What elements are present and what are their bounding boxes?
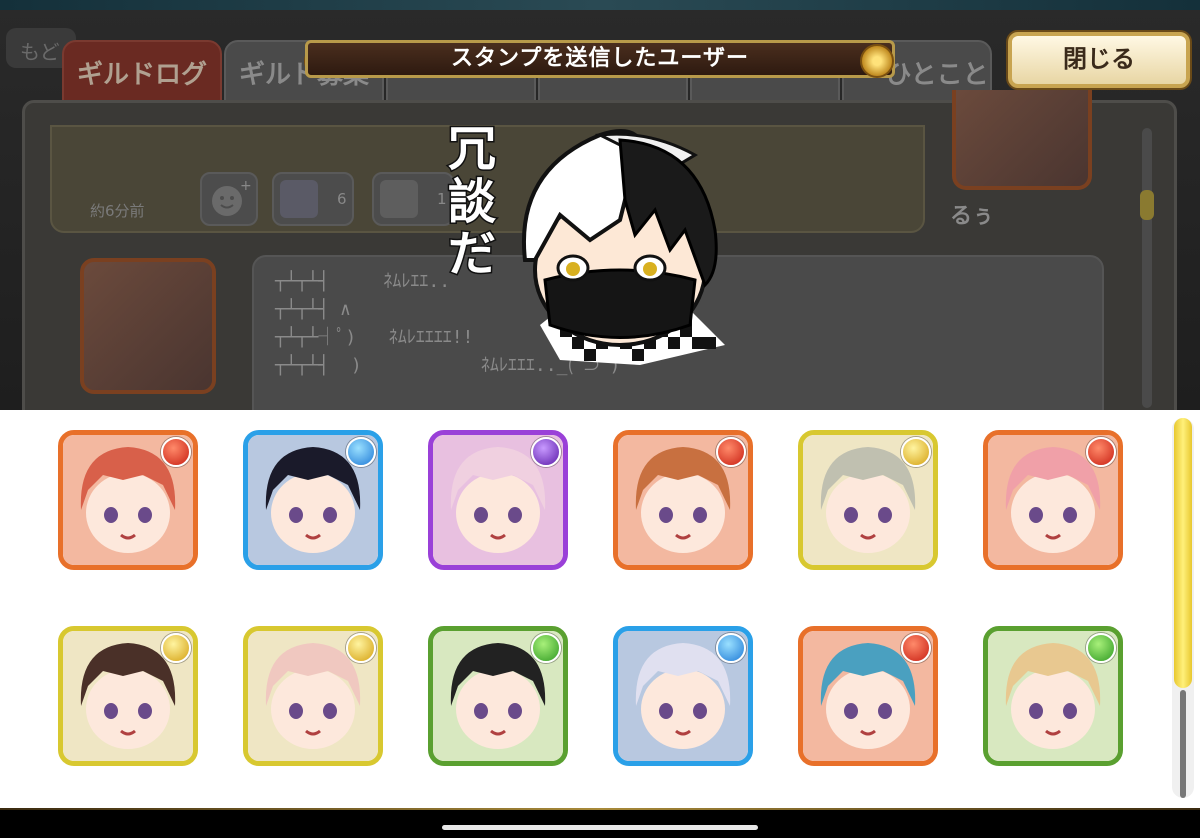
- user-avatar[interactable]: [798, 626, 938, 766]
- wood-attribute-icon: [531, 633, 561, 663]
- stamp-caption-3: だ: [448, 226, 496, 282]
- fire-attribute-icon: [716, 437, 746, 467]
- user-avatar[interactable]: [243, 626, 383, 766]
- dialog-title: スタンプを送信したユーザー: [305, 40, 895, 78]
- chat-scrollbar: [1142, 128, 1152, 408]
- user-avatar[interactable]: [983, 430, 1123, 570]
- stamp-character-illustration: 冗 談 だ: [447, 120, 725, 365]
- light-attribute-icon: [346, 633, 376, 663]
- user-avatar[interactable]: [798, 430, 938, 570]
- user-avatar[interactable]: [428, 626, 568, 766]
- poster-avatar-dim: [80, 258, 216, 394]
- user-avatar[interactable]: [983, 626, 1123, 766]
- bottom-bar: [0, 810, 1200, 838]
- wood-attribute-icon: [1086, 633, 1116, 663]
- fire-attribute-icon: [1086, 437, 1116, 467]
- stamp-image: 冗 談 だ: [440, 110, 740, 370]
- scroll-thumb[interactable]: [1174, 418, 1192, 688]
- water-attribute-icon: [346, 437, 376, 467]
- reaction-count-1: 6: [337, 190, 347, 208]
- stamp-caption-2: 談: [448, 174, 496, 230]
- user-avatar[interactable]: [243, 430, 383, 570]
- user-avatar[interactable]: [428, 430, 568, 570]
- user-avatar[interactable]: [613, 430, 753, 570]
- fire-attribute-icon: [161, 437, 191, 467]
- stamp-senders-panel: [0, 410, 1200, 810]
- add-reaction-icon: +: [212, 178, 252, 216]
- top-decor-strip: [0, 0, 1200, 10]
- message-time: 約6分前: [90, 202, 145, 220]
- tab-guild-log: ギルドログ: [62, 40, 222, 102]
- water-attribute-icon: [716, 633, 746, 663]
- user-avatar-dim: [952, 90, 1092, 190]
- user-avatar[interactable]: [58, 626, 198, 766]
- scroll-track: [1180, 690, 1186, 798]
- stamp-thumbnail: [280, 180, 318, 218]
- home-indicator[interactable]: [442, 825, 758, 830]
- stamp-thumbnail: [380, 180, 418, 218]
- light-attribute-icon: [161, 633, 191, 663]
- user-avatar[interactable]: [58, 430, 198, 570]
- user-name: るぅ: [950, 204, 995, 229]
- add-reaction-button: +: [200, 172, 258, 226]
- close-button[interactable]: 閉じる: [1008, 32, 1190, 88]
- banner-ornament-right-icon: [860, 44, 894, 78]
- stamp-caption-1: 冗: [448, 121, 496, 177]
- user-avatar[interactable]: [613, 626, 753, 766]
- chat-scroll-thumb: [1140, 190, 1154, 220]
- dark-attribute-icon: [531, 437, 561, 467]
- svg-text:+: +: [240, 178, 252, 194]
- light-attribute-icon: [901, 437, 931, 467]
- fire-attribute-icon: [901, 633, 931, 663]
